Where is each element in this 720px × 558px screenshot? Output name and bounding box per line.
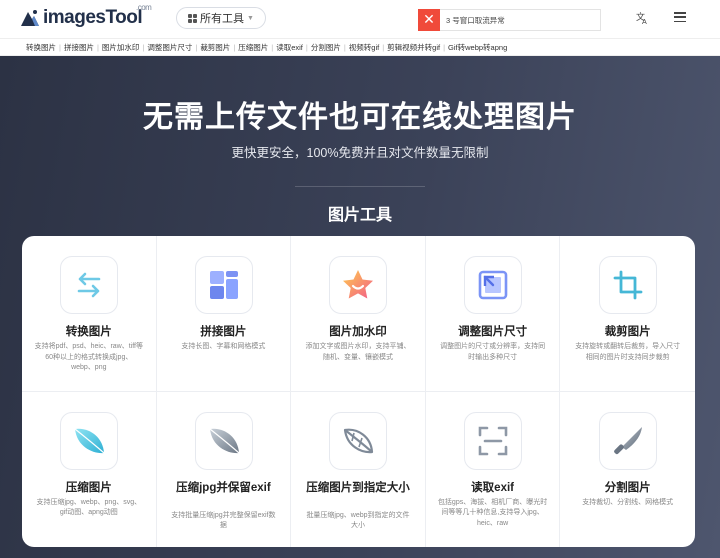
tool-description: 支持裁切、分割线、网格模式 [572, 498, 683, 509]
tool-description: 支持压缩jpg、webp、png、svg、gif动图、apng动图 [34, 498, 144, 519]
tool-icon-box [60, 412, 118, 470]
tool-description: 支持长图、字幕和网格模式 [169, 342, 279, 353]
tool-icon-box [195, 412, 253, 470]
quick-nav-link[interactable]: Gif转webp转apng [448, 42, 507, 53]
quick-nav-bar: 转换图片|拼接图片|图片加水印|调整图片尺寸|裁剪图片|压缩图片|读取exif|… [0, 38, 720, 56]
hero-divider [295, 186, 425, 187]
quick-nav-link[interactable]: 拼接图片 [64, 42, 94, 53]
logo-brand-main: images [43, 7, 105, 28]
tool-card[interactable]: 裁剪图片支持旋转或翻转后裁剪，导入尺寸相同的图片时支持同步裁剪 [560, 236, 695, 392]
nav-separator: | [59, 43, 61, 52]
quick-nav-link[interactable]: 视频转gif [349, 42, 379, 53]
site-logo[interactable]: imagesTool .com [20, 6, 142, 30]
tool-description: 批量压缩jpg、webp到指定的文件大小 [303, 511, 413, 532]
tool-card[interactable]: 拼接图片支持长图、字幕和网格模式 [157, 236, 292, 392]
tool-card[interactable]: 压缩图片支持压缩jpg、webp、png、svg、gif动图、apng动图 [22, 392, 157, 548]
tool-icon-box [60, 256, 118, 314]
grid-icon [188, 14, 197, 23]
tool-name: 压缩图片 [28, 482, 150, 495]
star-smile-icon [340, 267, 376, 303]
nav-separator: | [195, 43, 197, 52]
quick-nav-link[interactable]: 调整图片尺寸 [147, 42, 192, 53]
feather-outline-icon [340, 423, 376, 459]
hero-subtitle: 更快更安全，100%免费并且对文件数量无限制 [0, 142, 720, 161]
ad-text[interactable]: 3 号窗口取流异常 [446, 15, 505, 26]
tool-name: 分割图片 [566, 482, 689, 495]
chevron-down-icon: ▼ [247, 15, 254, 22]
tool-name: 调整图片尺寸 [432, 326, 554, 339]
ad-banner[interactable]: ✕ 3 号窗口取流异常 [418, 9, 601, 31]
svg-text:A: A [642, 18, 647, 25]
quick-nav-link[interactable]: 读取exif [276, 42, 303, 53]
tool-icon-box [599, 256, 657, 314]
tool-name: 压缩图片到指定大小 [297, 482, 419, 495]
hero-title: 无需上传文件也可在线处理图片 [0, 92, 720, 136]
nav-separator: | [344, 43, 346, 52]
tool-name: 转换图片 [28, 326, 150, 339]
tool-description: 包括gps、海拔、相机厂商、曝光时间等等几十种信息,支持导入jpg、heic、r… [438, 498, 548, 530]
logo-domain: .com [136, 3, 151, 12]
tool-card[interactable]: 调整图片尺寸调整图片的尺寸或分辨率，支持同时输出多种尺寸 [426, 236, 561, 392]
nav-separator: | [142, 43, 144, 52]
tool-description: 支持批量压缩jpg并完整保留exif数据 [169, 511, 279, 532]
quick-nav-link[interactable]: 转换图片 [26, 42, 56, 53]
logo-text: imagesTool .com [43, 7, 142, 29]
quick-nav-link[interactable]: 图片加水印 [102, 42, 140, 53]
tool-card[interactable]: 压缩jpg并保留exif 支持批量压缩jpg并完整保留exif数据 [157, 392, 292, 548]
feather-gray-icon [206, 423, 242, 459]
hamburger-menu-icon[interactable] [674, 12, 686, 22]
tool-description: 调整图片的尺寸或分辨率，支持同时输出多种尺寸 [438, 342, 548, 363]
knife-icon [610, 423, 646, 459]
swap-arrows-icon [73, 269, 105, 301]
tool-name: 图片加水印 [297, 326, 419, 339]
quick-nav-link[interactable]: 分割图片 [311, 42, 341, 53]
grid-layout-icon [207, 268, 241, 302]
tool-name: 读取exif [432, 482, 554, 495]
tool-description: 支持旋转或翻转后裁剪，导入尺寸相同的图片时支持同步裁剪 [572, 342, 683, 363]
tool-name: 压缩jpg并保留exif [163, 482, 285, 495]
nav-separator: | [306, 43, 308, 52]
quick-nav-link[interactable]: 裁剪图片 [200, 42, 230, 53]
tool-icon-box [329, 256, 387, 314]
tool-icon-box [464, 256, 522, 314]
translate-icon[interactable]: 文A [636, 11, 650, 28]
scan-frame-icon [476, 424, 510, 458]
tool-icon-box [464, 412, 522, 470]
tool-card[interactable]: 图片加水印添加文字或图片水印，支持平铺、随机、变量、镶嵌模式 [291, 236, 426, 392]
tool-description: 支持将pdf、psd、heic、raw、tiff等60种以上的格式转换成jpg、… [34, 342, 144, 374]
feather-leaf-icon [71, 423, 107, 459]
tool-icon-box [195, 256, 253, 314]
tool-card[interactable]: 压缩图片到指定大小批量压缩jpg、webp到指定的文件大小 [291, 392, 426, 548]
quick-nav-link[interactable]: 剪辑视频并转gif [387, 42, 440, 53]
all-tools-dropdown[interactable]: 所有工具 ▼ [176, 7, 266, 29]
nav-separator: | [97, 43, 99, 52]
nav-separator: | [382, 43, 384, 52]
tool-card[interactable]: 分割图片支持裁切、分割线、网格模式 [560, 392, 695, 548]
crop-icon [612, 269, 644, 301]
nav-separator: | [443, 43, 445, 52]
mountain-logo-icon [20, 8, 40, 28]
resize-arrow-icon [476, 268, 510, 302]
tool-card[interactable]: 转换图片支持将pdf、psd、heic、raw、tiff等60种以上的格式转换成… [22, 236, 157, 392]
top-bar: imagesTool .com 所有工具 ▼ ✕ 3 号窗口取流异常 文A [0, 0, 720, 38]
tool-card[interactable]: 读取exif 包括gps、海拔、相机厂商、曝光时间等等几十种信息,支持导入jpg、… [426, 392, 561, 548]
tool-name: 裁剪图片 [566, 326, 689, 339]
close-icon[interactable]: ✕ [418, 9, 440, 31]
tool-icon-box [329, 412, 387, 470]
all-tools-label: 所有工具 [200, 10, 244, 26]
tool-icon-box [599, 412, 657, 470]
tool-name: 拼接图片 [163, 326, 285, 339]
tool-description: 添加文字或图片水印，支持平铺、随机、变量、镶嵌模式 [303, 342, 413, 363]
nav-separator: | [233, 43, 235, 52]
quick-nav-link[interactable]: 压缩图片 [238, 42, 268, 53]
tools-grid: 转换图片支持将pdf、psd、heic、raw、tiff等60种以上的格式转换成… [22, 236, 695, 547]
nav-separator: | [271, 43, 273, 52]
tools-section-title: 图片工具 [0, 201, 720, 225]
